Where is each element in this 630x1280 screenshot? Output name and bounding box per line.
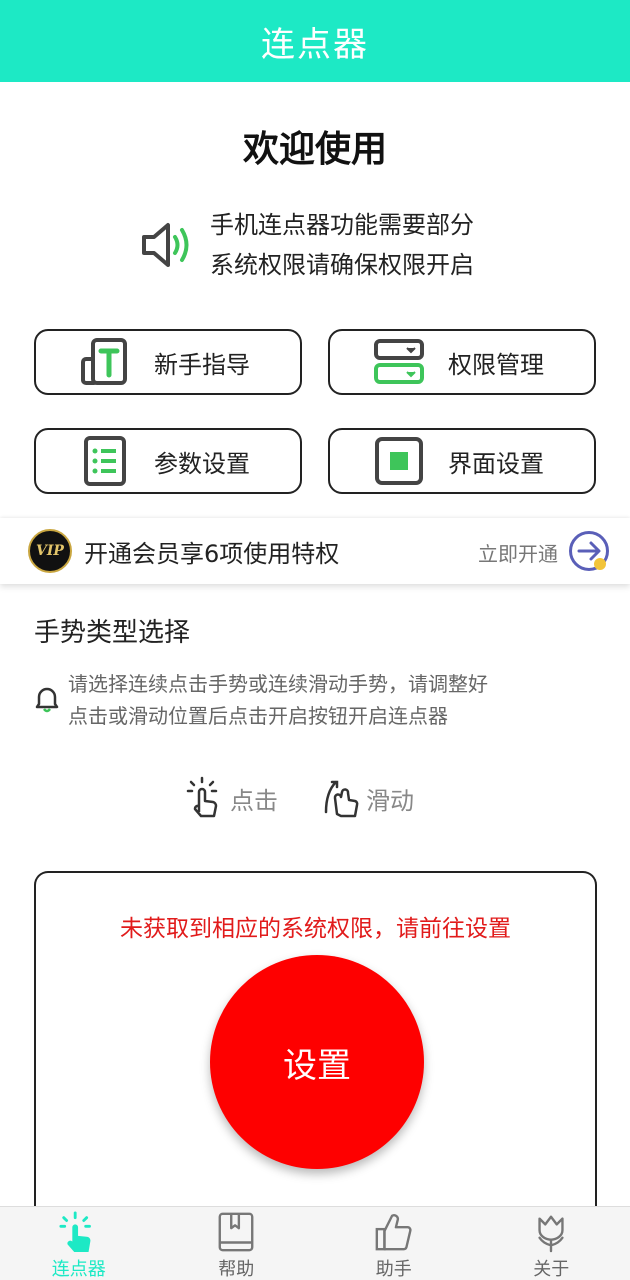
notice-line-1: 手机连点器功能需要部分 xyxy=(210,211,474,239)
vip-badge-icon: VIP xyxy=(28,529,72,573)
list-icon xyxy=(80,436,130,486)
arrow-right-circle-icon[interactable] xyxy=(568,530,612,574)
permission-icon xyxy=(374,337,424,387)
tile-label: 界面设置 xyxy=(448,449,544,478)
speaker-icon xyxy=(142,223,189,267)
gesture-label: 点击 xyxy=(230,786,278,815)
gesture-option-tap[interactable]: 点击 xyxy=(186,776,278,820)
tap-hand-icon xyxy=(59,1211,91,1253)
app-title: 连点器 xyxy=(261,24,369,65)
interface-settings-button[interactable]: 界面设置 xyxy=(328,428,596,494)
nav-item-help[interactable]: 帮助 xyxy=(158,1207,316,1280)
permission-management-button[interactable]: 权限管理 xyxy=(328,329,596,395)
bottom-navigation: 连点器 帮助 助手 关于 xyxy=(0,1206,630,1280)
book-icon xyxy=(218,1212,254,1252)
nav-item-clicker[interactable]: 连点器 xyxy=(0,1207,158,1280)
parameter-settings-button[interactable]: 参数设置 xyxy=(34,428,302,494)
swipe-hand-icon xyxy=(324,780,359,818)
hint-line-1: 请选择连续点击手势或连续滑动手势，请调整好 xyxy=(68,672,488,696)
nav-label: 关于 xyxy=(533,1259,570,1280)
guide-icon xyxy=(80,337,130,387)
permission-warning: 未获取到相应的系统权限，请前往设置 xyxy=(120,916,511,942)
nav-item-assistant[interactable]: 助手 xyxy=(315,1207,473,1280)
nav-label: 助手 xyxy=(375,1259,412,1280)
tile-label: 参数设置 xyxy=(154,449,250,478)
nav-label: 帮助 xyxy=(218,1259,255,1280)
gesture-hint: 请选择连续点击手势或连续滑动手势，请调整好 点击或滑动位置后点击开启按钮开启连点… xyxy=(34,668,488,732)
gesture-option-swipe[interactable]: 滑动 xyxy=(322,776,414,820)
nav-label: 连点器 xyxy=(51,1259,106,1280)
tulip-icon xyxy=(538,1215,564,1253)
gesture-section-title: 手势类型选择 xyxy=(34,618,191,648)
vip-text: 开通会员享6项使用特权 xyxy=(84,539,340,568)
hint-line-2: 点击或滑动位置后点击开启按钮开启连点器 xyxy=(68,704,448,728)
tile-label: 权限管理 xyxy=(448,350,544,379)
gesture-label: 滑动 xyxy=(366,786,414,815)
notice-line-2: 系统权限请确保权限开启 xyxy=(210,251,474,279)
beginner-guide-button[interactable]: 新手指导 xyxy=(34,329,302,395)
vip-open-link[interactable]: 立即开通 xyxy=(478,538,558,567)
nav-item-about[interactable]: 关于 xyxy=(473,1207,630,1280)
settings-button[interactable]: 设置 xyxy=(210,955,424,1169)
interface-icon xyxy=(374,436,424,486)
vip-banner[interactable]: VIP 开通会员享6项使用特权 立即开通 xyxy=(0,518,630,584)
thumbs-up-icon xyxy=(375,1214,412,1251)
tile-label: 新手指导 xyxy=(154,350,250,379)
gesture-options: 点击 滑动 xyxy=(186,776,458,820)
app-bar: 连点器 xyxy=(0,0,630,82)
permission-notice: 手机连点器功能需要部分 系统权限请确保权限开启 xyxy=(138,205,474,285)
bell-icon xyxy=(35,687,59,713)
tap-hand-icon xyxy=(186,776,218,818)
welcome-heading: 欢迎使用 xyxy=(242,129,387,170)
